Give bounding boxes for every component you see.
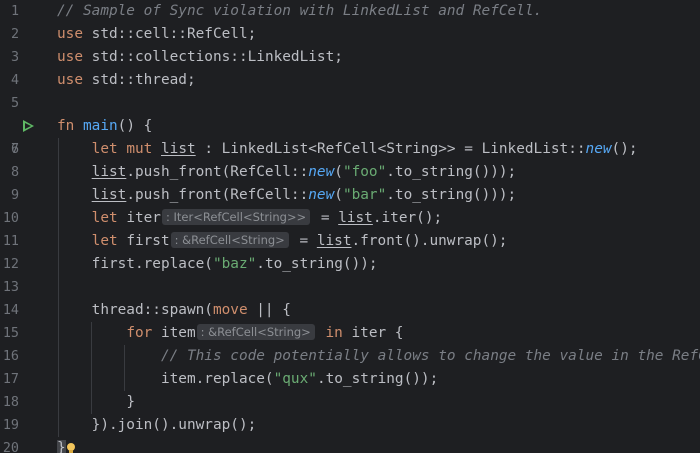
code-text: } [126,394,135,410]
code-text: = [312,210,339,226]
code-text: .to_string())); [386,164,517,180]
variable-name: first [117,233,170,249]
variable-list: list [91,164,127,180]
keyword-let: let [91,210,118,226]
code-text: }).join().unwrap(); [91,417,257,433]
code-text: .to_string()); [256,256,378,272]
keyword-use: use [57,26,83,42]
code-text: : LinkedList<RefCell<String>> = LinkedLi… [195,141,586,157]
code-text: iter { [342,325,404,341]
code-text: item.replace( [160,371,274,387]
code-line[interactable] [0,92,700,115]
keyword-fn: fn [57,118,75,134]
code-text: (); [611,141,638,157]
string-literal: "bar" [342,187,387,203]
closing-brace: } [57,440,66,453]
comment: // This code potentially allows to chang… [160,348,700,364]
function-call: new [585,141,612,157]
keyword-let: let [91,233,118,249]
code-line[interactable]: } [0,437,700,453]
code-line[interactable]: // This code potentially allows to chang… [0,345,700,368]
keyword-use: use [57,49,83,65]
string-literal: "foo" [342,164,387,180]
variable-list: list [161,141,196,157]
code-text: .push_front(RefCell:: [126,187,309,203]
code-line[interactable]: first.replace("baz".to_string()); [0,253,700,276]
keyword-use: use [57,72,83,88]
code-line[interactable]: let mut list : LinkedList<RefCell<String… [0,138,700,161]
code-text: .front().unwrap(); [351,233,508,249]
keyword-mut: mut [126,141,153,157]
code-line[interactable]: let first: &RefCell<String> = list.front… [0,230,700,253]
code-line[interactable]: let iter: Iter<RefCell<String>> = list.i… [0,207,700,230]
code-line[interactable]: item.replace("qux".to_string()); [0,368,700,391]
code-text: ( [334,164,343,180]
code-text: = [290,233,317,249]
use-path: std::cell::RefCell; [83,26,257,42]
code-line[interactable]: list.push_front(RefCell::new("foo".to_st… [0,161,700,184]
code-text: .push_front(RefCell:: [126,164,309,180]
keyword-in: in [325,325,343,341]
code-line[interactable]: use std::collections::LinkedList; [0,46,700,69]
variable-name: item [152,325,196,341]
string-literal: "baz" [212,256,257,272]
code-text: ( [334,187,343,203]
code-line[interactable]: } [0,391,700,414]
keyword-move: move [212,302,248,318]
code-text: .to_string()); [316,371,439,387]
code-line[interactable]: for item: &RefCell<String> in iter { [0,322,700,345]
variable-name: iter [117,210,161,226]
code-line[interactable]: use std::cell::RefCell; [0,23,700,46]
string-literal: "qux" [273,371,317,387]
code-text: .to_string())); [386,187,517,203]
type-inlay-hint: : Iter<RefCell<String>> [161,209,311,225]
use-path: std::thread; [83,72,196,88]
type-inlay-hint: : &RefCell<String> [196,324,315,340]
lightbulb-icon[interactable] [66,443,75,453]
keyword-for: for [126,325,153,341]
variable-list: list [316,233,352,249]
code-line[interactable]: thread::spawn(move || { [0,299,700,322]
variable-list: list [338,210,373,226]
code-text: thread::spawn( [91,302,213,318]
function-call: new [308,187,335,203]
code-line[interactable]: use std::thread; [0,69,700,92]
function-call: new [308,164,335,180]
code-line[interactable]: // Sample of Sync violation with LinkedL… [0,0,700,23]
code-text: first.replace( [91,256,213,272]
code-text: || { [247,302,291,318]
code-text: () { [117,118,153,134]
type-inlay-hint: : &RefCell<String> [170,232,289,248]
use-path: std::collections::LinkedList; [83,49,343,65]
code-line[interactable] [0,276,700,299]
code-line[interactable]: fn main() { [0,115,700,138]
code-editor[interactable]: 1 2 3 4 5 6 7 8 9 10 11 12 13 14 15 16 1… [0,0,700,453]
code-text: .iter(); [372,210,443,226]
code-line[interactable]: }).join().unwrap(); [0,414,700,437]
variable-list: list [91,187,127,203]
function-name: main [83,118,118,134]
comment: // Sample of Sync violation with LinkedL… [57,3,543,19]
keyword-let: let [91,141,118,157]
code-line[interactable]: list.push_front(RefCell::new("bar".to_st… [0,184,700,207]
